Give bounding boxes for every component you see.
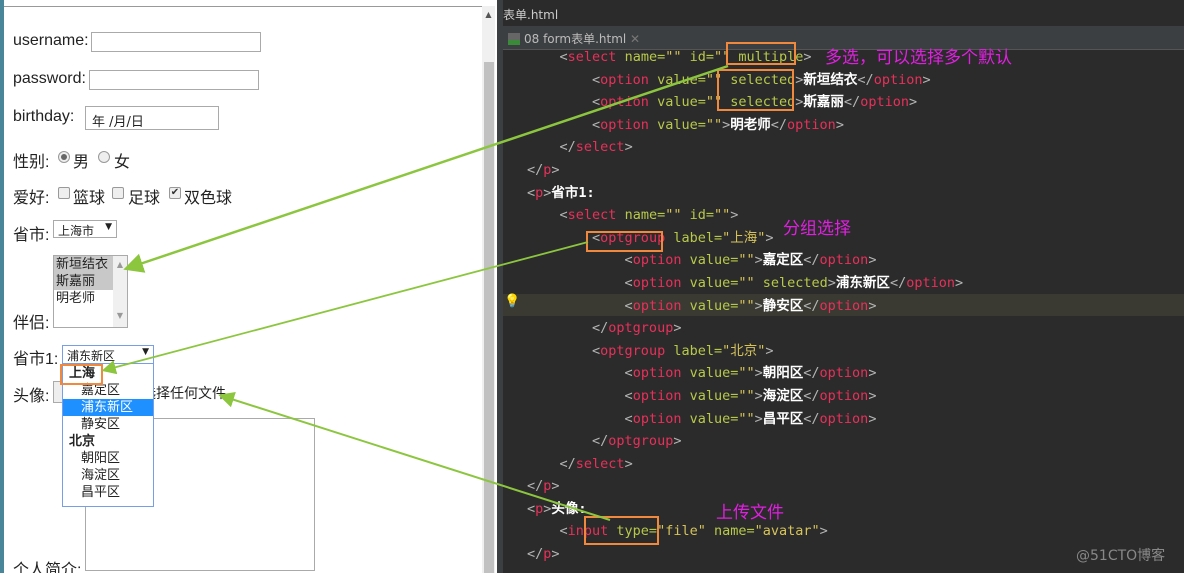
arrow-overlay bbox=[101, 64, 729, 521]
arrow-optgroup bbox=[101, 241, 589, 375]
arrow-multiple bbox=[123, 64, 729, 273]
arrow-file bbox=[218, 392, 611, 521]
